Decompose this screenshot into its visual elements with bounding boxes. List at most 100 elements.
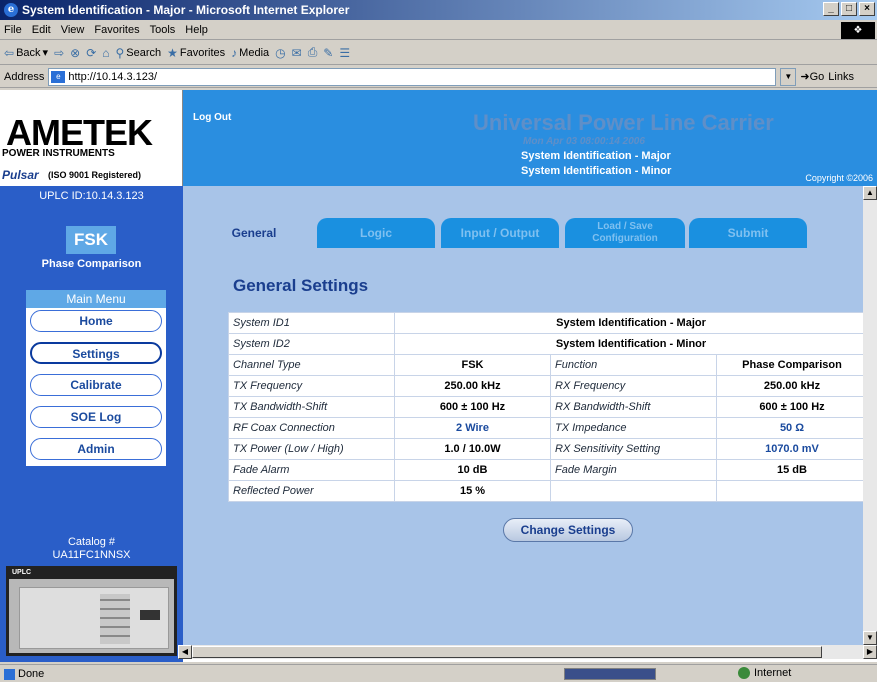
globe-icon — [738, 667, 750, 679]
menubar: File Edit View Favorites Tools Help — [0, 20, 877, 40]
row-label: System ID1 — [228, 312, 395, 334]
horizontal-scroll-thumb[interactable] — [192, 646, 822, 658]
tab-input-output[interactable]: Input / Output — [441, 218, 559, 248]
mail-button[interactable]: ✉ — [292, 46, 302, 60]
scroll-down-icon[interactable]: ▼ — [863, 631, 877, 645]
menu-item-admin[interactable]: Admin — [30, 438, 162, 460]
forward-button[interactable]: ⇨ — [54, 46, 64, 60]
favorites-button[interactable]: ★ Favorites — [167, 46, 225, 60]
address-url: http://10.14.3.123/ — [68, 70, 158, 83]
pulsar-logo: Pulsar — [2, 168, 39, 182]
window-controls: _ □ × — [823, 2, 875, 16]
address-input[interactable]: e http://10.14.3.123/ — [48, 67, 777, 86]
row-label: RX Sensitivity Setting — [550, 438, 717, 460]
page-content: AMETEK POWER INSTRUMENTS Pulsar (ISO 900… — [0, 90, 877, 662]
history-icon: ◷ — [275, 45, 286, 60]
power-instruments-text: POWER INSTRUMENTS — [2, 148, 115, 159]
menu-edit[interactable]: Edit — [32, 24, 51, 36]
table-row: TX Power (Low / High) 1.0 / 10.0W RX Sen… — [228, 438, 868, 460]
change-settings-button[interactable]: Change Settings — [503, 518, 633, 542]
forward-arrow-icon: ⇨ — [54, 45, 65, 60]
catalog-info: Catalog # UA11FC1NNSX — [0, 536, 183, 562]
row-value-empty — [716, 480, 868, 502]
history-button[interactable]: ◷ — [275, 46, 285, 60]
menu-item-settings[interactable]: Settings — [30, 342, 162, 364]
media-button[interactable]: ♪ Media — [231, 46, 269, 60]
table-row: RF Coax Connection 2 Wire TX Impedance 5… — [228, 417, 868, 439]
row-label: RF Coax Connection — [228, 417, 395, 439]
go-button[interactable]: ➜Go — [800, 70, 824, 83]
mode-badge: FSK — [66, 226, 116, 254]
scroll-right-icon[interactable]: ▶ — [863, 645, 877, 659]
search-label: Search — [126, 46, 162, 59]
page-title: Universal Power Line Carrier — [473, 110, 774, 135]
table-row: TX Bandwidth-Shift 600 ± 100 Hz RX Bandw… — [228, 396, 868, 418]
toolbar: ⇦ Back ▾ ⇨ ⊗ ⟳ ⌂ ⚲ Search ★ Favorites ♪ Media… — [0, 41, 877, 65]
search-button[interactable]: ⚲ Search — [116, 46, 162, 60]
row-value: 15 % — [394, 480, 551, 502]
menu-help[interactable]: Help — [185, 24, 208, 36]
close-button[interactable]: × — [859, 2, 875, 16]
address-bar: Address e http://10.14.3.123/ ▼ ➜Go Link… — [0, 66, 877, 88]
discuss-button[interactable]: ☰ — [339, 46, 350, 60]
row-label: System ID2 — [228, 333, 395, 355]
minimize-button[interactable]: _ — [823, 2, 839, 16]
menu-file[interactable]: File — [4, 24, 22, 36]
table-row: Fade Alarm 10 dB Fade Margin 15 dB — [228, 459, 868, 481]
edit-button[interactable]: ✎ — [323, 46, 333, 60]
row-value: Phase Comparison — [716, 354, 868, 376]
display-icon — [140, 610, 160, 620]
address-dropdown-button[interactable]: ▼ — [780, 67, 797, 86]
favorites-label: Favorites — [179, 46, 226, 59]
row-label: RX Bandwidth-Shift — [550, 396, 717, 418]
system-id-major: System Identification - Major — [521, 150, 671, 162]
tab-load-save-configuration[interactable]: Load / Save Configuration — [565, 218, 685, 248]
mode-subtitle: Phase Comparison — [41, 258, 142, 270]
status-text: Done — [0, 668, 44, 680]
refresh-icon: ⟳ — [86, 45, 97, 60]
logout-link[interactable]: Log Out — [193, 112, 231, 123]
row-label: Channel Type — [228, 354, 395, 376]
scroll-left-icon[interactable]: ◀ — [178, 645, 192, 659]
status-bar: Done Internet — [0, 664, 877, 682]
menu-tools[interactable]: Tools — [150, 24, 176, 36]
tab-load-save-line1: Load / Save — [597, 221, 653, 232]
row-label: TX Bandwidth-Shift — [228, 396, 395, 418]
device-label: UPLC — [9, 569, 174, 579]
mail-icon: ✉ — [291, 45, 302, 60]
stop-button[interactable]: ⊗ — [70, 46, 80, 60]
tab-general[interactable]: General — [195, 218, 313, 248]
tab-submit[interactable]: Submit — [689, 218, 807, 248]
row-label: TX Power (Low / High) — [228, 438, 395, 460]
zone-text: Internet — [754, 667, 792, 679]
row-value: 15 dB — [716, 459, 868, 481]
menu-favorites[interactable]: Favorites — [94, 24, 139, 36]
page-icon: e — [51, 70, 66, 83]
stop-icon: ⊗ — [70, 45, 81, 60]
favorites-icon: ★ — [167, 45, 178, 60]
maximize-button[interactable]: □ — [841, 2, 857, 16]
tab-logic[interactable]: Logic — [317, 218, 435, 248]
home-button[interactable]: ⌂ — [102, 46, 109, 60]
refresh-button[interactable]: ⟳ — [86, 46, 96, 60]
horizontal-scrollbar[interactable]: ◀ ▶ — [178, 645, 877, 659]
back-button[interactable]: ⇦ Back ▾ — [4, 46, 48, 60]
links-button[interactable]: Links — [828, 71, 854, 83]
row-label: RX Frequency — [550, 375, 717, 397]
row-value: 600 ± 100 Hz — [716, 396, 868, 418]
menu-item-calibrate[interactable]: Calibrate — [30, 374, 162, 396]
row-value: System Identification - Major — [394, 312, 868, 334]
row-label: Fade Alarm — [228, 459, 395, 481]
row-label: Reflected Power — [228, 480, 395, 502]
tab-load-save-line2: Configuration — [592, 233, 658, 244]
print-button[interactable]: ⎙ — [308, 45, 318, 60]
vertical-scrollbar[interactable]: ▲ ▼ — [863, 186, 877, 645]
row-label-empty — [550, 480, 717, 502]
menu-view[interactable]: View — [61, 24, 85, 36]
device-image: UPLC — [6, 566, 177, 656]
menu-item-soe-log[interactable]: SOE Log — [30, 406, 162, 428]
scroll-up-icon[interactable]: ▲ — [863, 186, 877, 200]
menu-item-home[interactable]: Home — [30, 310, 162, 332]
media-icon: ♪ — [231, 45, 238, 60]
sidebar: UPLC ID:10.14.3.123 FSK Phase Comparison… — [0, 186, 183, 662]
